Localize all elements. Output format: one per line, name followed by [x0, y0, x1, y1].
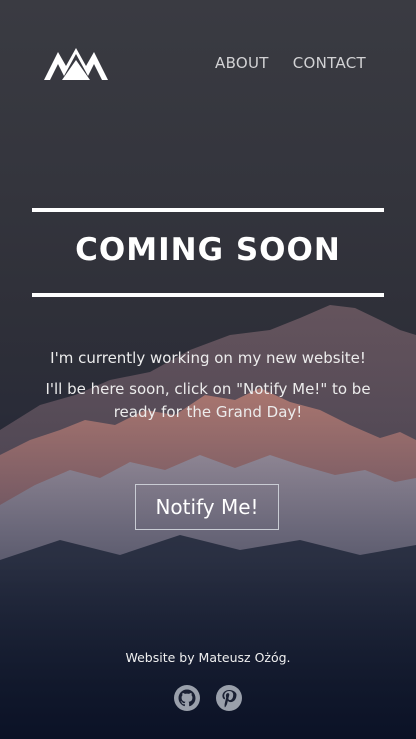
- pinterest-icon[interactable]: [215, 684, 243, 712]
- page-title: COMING SOON: [75, 232, 341, 268]
- message-line-1: I'm currently working on my new website!: [50, 349, 366, 367]
- github-icon[interactable]: [173, 684, 201, 712]
- main-nav: ABOUT CONTACT: [215, 54, 366, 72]
- title-bottom-divider: [32, 293, 384, 297]
- footer-credit: Website by Mateusz Ożóg.: [125, 650, 291, 665]
- mountain-logo-icon[interactable]: [44, 44, 108, 80]
- nav-about-link[interactable]: ABOUT: [215, 54, 269, 72]
- nav-contact-link[interactable]: CONTACT: [293, 54, 366, 72]
- notify-me-button[interactable]: Notify Me!: [135, 484, 279, 530]
- title-top-divider: [32, 208, 384, 212]
- message-line-2: I'll be here soon, click on "Notify Me!"…: [45, 380, 371, 421]
- social-links: [0, 684, 416, 712]
